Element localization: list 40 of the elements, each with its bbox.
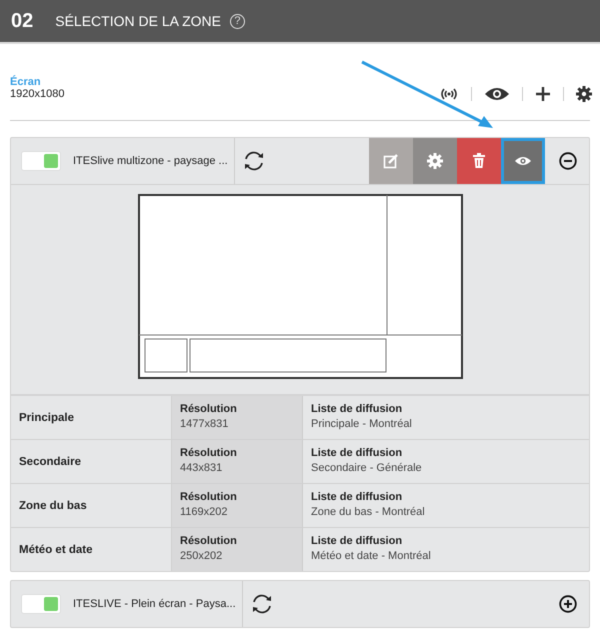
step-number: 02 bbox=[11, 10, 34, 32]
playlist-name: Zone du bas - Montréal bbox=[311, 505, 426, 520]
playlist-name: Météo et date - Montréal bbox=[311, 549, 432, 564]
edit-icon bbox=[383, 153, 399, 169]
toggle-switch[interactable] bbox=[21, 594, 61, 614]
section-title: SÉLECTION DE LA ZONE bbox=[55, 13, 221, 29]
resolution-cell: Résolution 443x831 bbox=[172, 440, 302, 483]
playlist-name: Secondaire - Générale bbox=[311, 461, 423, 476]
zone-name: Secondaire bbox=[19, 456, 81, 468]
eye-icon bbox=[514, 156, 532, 166]
playlist-label: Liste de diffusion bbox=[311, 534, 404, 549]
help-button[interactable]: ? bbox=[230, 14, 245, 28]
settings-button[interactable] bbox=[413, 138, 457, 184]
layout-name: ITESLIVE - Plein écran - Paysa... bbox=[73, 598, 236, 610]
broadcast-icon[interactable] bbox=[439, 87, 459, 101]
resolution-cell: Résolution 250x202 bbox=[172, 528, 302, 571]
toggle-switch[interactable] bbox=[21, 151, 61, 171]
zone-name: Zone du bas bbox=[19, 500, 87, 512]
plus-icon[interactable] bbox=[535, 86, 551, 102]
resolution-cell: Résolution 1477x831 bbox=[172, 396, 302, 439]
zone-name: Météo et date bbox=[19, 544, 92, 556]
screen-resolution: 1920x1080 bbox=[10, 88, 64, 100]
layout-name: ITESlive multizone - paysage ... bbox=[73, 155, 228, 167]
expand-icon[interactable] bbox=[559, 595, 577, 613]
playlist-name: Principale - Montréal bbox=[311, 417, 413, 432]
zone-name: Principale bbox=[19, 412, 74, 424]
delete-button[interactable] bbox=[457, 138, 501, 184]
sync-icon[interactable] bbox=[242, 151, 265, 171]
collapse-icon[interactable] bbox=[559, 152, 577, 170]
eye-icon[interactable] bbox=[484, 87, 510, 101]
gear-icon bbox=[427, 153, 443, 169]
preview-button[interactable] bbox=[501, 138, 545, 184]
playlist-label: Liste de diffusion bbox=[311, 490, 404, 505]
screen-label: Écran bbox=[10, 76, 42, 88]
sync-icon[interactable] bbox=[250, 594, 273, 614]
settings-icon[interactable] bbox=[576, 86, 592, 102]
playlist-label: Liste de diffusion bbox=[311, 446, 404, 461]
resolution-cell: Résolution 1169x202 bbox=[172, 484, 302, 527]
trash-icon bbox=[472, 153, 486, 169]
playlist-label: Liste de diffusion bbox=[311, 402, 404, 417]
